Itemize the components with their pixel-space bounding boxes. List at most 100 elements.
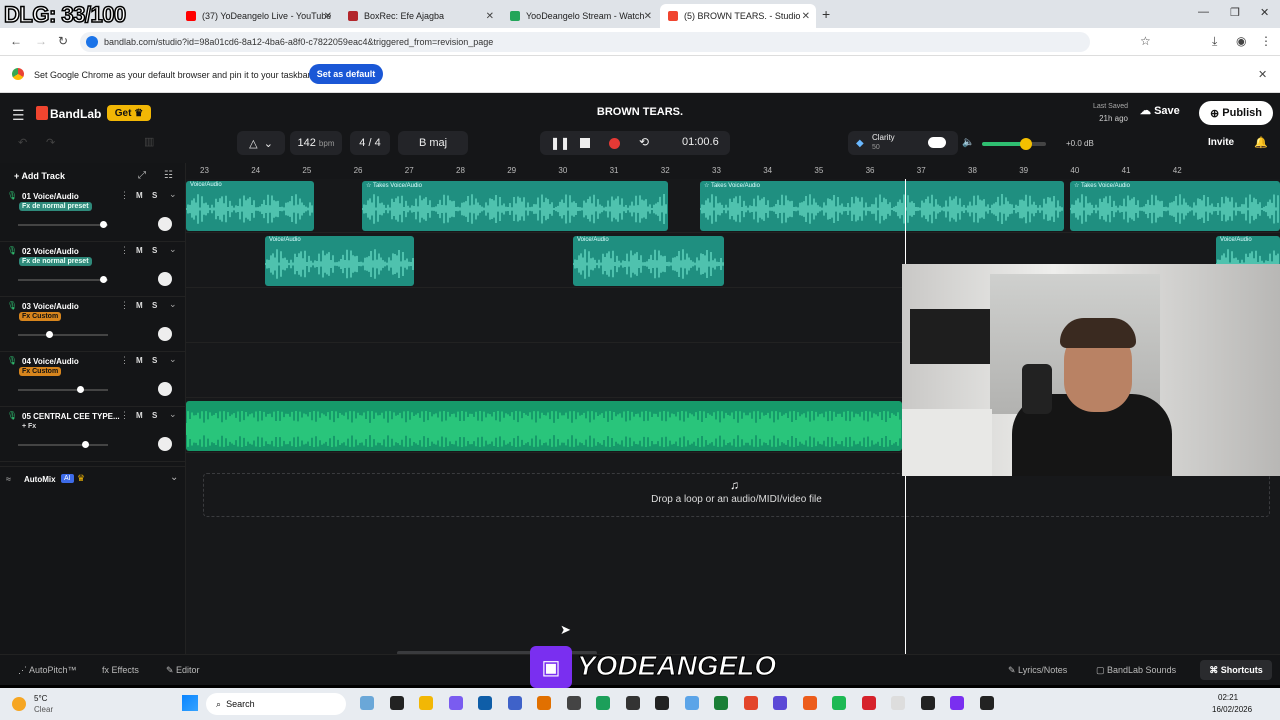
close-icon[interactable]: ✕ [644,11,652,22]
sounds-button[interactable]: ▢ BandLab Sounds [1096,665,1176,676]
taskbar-app-icon[interactable] [389,696,404,710]
more-icon[interactable]: ⋮ [120,190,129,201]
invite-button[interactable]: Invite [1208,137,1234,148]
taskbar-app-icon[interactable] [714,696,728,710]
taskbar-app-icon[interactable] [360,696,374,710]
tab-kick[interactable]: YooDeangelo Stream - Watch ✕ [502,4,658,28]
time-signature-field[interactable]: 4 / 4 [350,131,390,155]
taskbar-app-icon[interactable] [537,696,551,710]
taskbar-app-icon[interactable] [655,696,669,710]
volume-knob[interactable] [77,386,84,393]
taskbar-app-icon[interactable] [448,696,463,710]
taskbar-search[interactable]: ⌕ Search [206,693,346,715]
more-icon[interactable]: ⋮ [120,410,129,421]
chevron-down-icon[interactable]: ⌄ [169,299,177,310]
fx-preset-button[interactable]: Fx de normal preset [19,202,92,211]
mute-button[interactable]: M [136,246,143,255]
timeline-ruler[interactable]: 23 24 25 26 27 28 29 30 31 32 33 34 35 36 37 38 39 40 41 42 [186,163,1280,179]
track-name[interactable]: 02 Voice/Audio [22,247,79,256]
publish-button[interactable]: ⊕ Publish [1199,101,1273,125]
mixer-icon[interactable]: ☷ [164,170,173,181]
editor-button[interactable]: ✎ Editor [166,665,200,676]
audio-clip[interactable]: ☆ Takes Voice/Audio [700,181,1064,231]
track-name[interactable]: 03 Voice/Audio [22,302,79,311]
mute-button[interactable]: M [136,356,143,365]
taskbar-app-icon[interactable] [625,696,640,710]
grid-icon[interactable]: ▥ [144,135,154,148]
taskbar-app-icon[interactable] [950,696,964,710]
track-header[interactable]: 🎙 01 Voice/Audio ⋮ M S ⌄ Fx de normal preset [0,187,186,242]
taskbar-app-icon[interactable] [891,696,905,710]
loop-icon[interactable]: ⟲ [639,135,649,149]
close-icon[interactable]: ✕ [324,11,332,22]
master-volume-knob[interactable] [1020,138,1032,150]
audio-clip[interactable]: Voice/Audio [186,181,314,231]
fx-preset-button[interactable]: Fx de normal preset [19,257,92,266]
audio-clip[interactable] [186,401,902,451]
volume-knob[interactable] [81,441,89,448]
speaker-icon[interactable]: 🔈 [962,137,974,148]
track-volume-slider[interactable] [18,386,108,393]
track-header[interactable]: 🎙 04 Voice/Audio ⋮ M S ⌄ Fx Custom [0,352,186,407]
clarity-control[interactable]: ◆ Clarity 50 [848,131,958,155]
add-track-button[interactable]: + Add Track [14,171,65,181]
taskbar-app-icon[interactable] [920,696,935,710]
pause-icon[interactable]: ❚❚ [550,136,570,150]
pan-knob[interactable] [158,327,172,341]
star-icon[interactable]: ☆ [1140,34,1151,48]
taskbar-app-icon[interactable] [802,696,817,710]
tempo-field[interactable]: 142 bpm [290,131,342,155]
set-default-button[interactable]: Set as default [309,64,383,84]
shortcuts-button[interactable]: ⌘ Shortcuts [1200,660,1272,680]
restore-button[interactable]: ❐ [1230,6,1240,19]
volume-knob[interactable] [45,331,53,338]
url-field[interactable]: bandlab.com/studio?id=98a01cd6-8a12-4ba6… [80,32,1090,52]
redo-icon[interactable]: ↷ [46,136,55,149]
back-icon[interactable]: ← [10,34,22,48]
audio-clip[interactable]: Voice/Audio [265,236,414,286]
close-icon[interactable]: ✕ [1258,68,1267,81]
taskbar-app-icon[interactable] [832,696,846,710]
chevron-down-icon[interactable]: ⌄ [169,189,177,200]
audio-clip[interactable]: Voice/Audio [573,236,724,286]
tab-bandlab[interactable]: (5) BROWN TEARS. - Studio ✕ [660,4,816,28]
track-volume-slider[interactable] [18,441,108,448]
chevron-down-icon[interactable]: ⌄ [169,409,177,420]
track-header[interactable]: 🎙 02 Voice/Audio ⋮ M S ⌄ Fx de normal preset [0,242,186,297]
volume-knob[interactable] [99,276,107,283]
solo-button[interactable]: S [152,301,157,310]
windows-start-icon[interactable] [182,695,198,711]
fx-preset-button[interactable]: + Fx [19,422,39,431]
key-field[interactable]: B maj [398,131,468,155]
save-button[interactable]: ☁ Save [1140,104,1180,117]
stop-icon[interactable] [580,138,590,148]
audio-clip[interactable]: ☆ Takes Voice/Audio [362,181,668,231]
audio-clip[interactable]: ☆ Takes Voice/Audio [1070,181,1280,231]
taskbar-app-icon[interactable] [773,696,787,710]
forward-icon[interactable]: → [35,34,47,48]
minimize-button[interactable]: — [1198,6,1209,18]
track-name[interactable]: 05 CENTRAL CEE TYPE... [22,412,120,421]
track-header[interactable]: 🎙 03 Voice/Audio ⋮ M S ⌄ Fx Custom [0,297,186,352]
undo-icon[interactable]: ↶ [18,136,27,149]
taskbar-app-icon[interactable] [478,696,492,710]
taskbar-app-icon[interactable] [507,696,522,710]
chevron-down-icon[interactable]: ⌄ [169,244,177,255]
pan-knob[interactable] [158,217,172,231]
pan-knob[interactable] [158,437,172,451]
clarity-toggle[interactable] [928,137,946,148]
tab-youtube[interactable]: (37) YoDeangelo Live - YouTube ✕ [178,4,338,28]
mute-button[interactable]: M [136,191,143,200]
mute-button[interactable]: M [136,301,143,310]
site-info-icon[interactable] [86,36,98,48]
effects-button[interactable]: fx Effects [102,665,139,675]
automix-row[interactable]: ≈ AutoMix AI ♛ ⌄ [0,466,186,492]
automation-icon[interactable]: ⤢ [138,170,146,181]
reload-icon[interactable]: ↻ [58,34,68,48]
bandlab-logo[interactable]: BandLab [50,107,101,121]
close-icon[interactable]: ✕ [802,11,810,22]
new-tab-button[interactable]: + [822,6,830,22]
track-volume-slider[interactable] [18,331,108,338]
taskbar-app-icon[interactable] [684,696,699,710]
track-volume-slider[interactable] [18,221,108,228]
